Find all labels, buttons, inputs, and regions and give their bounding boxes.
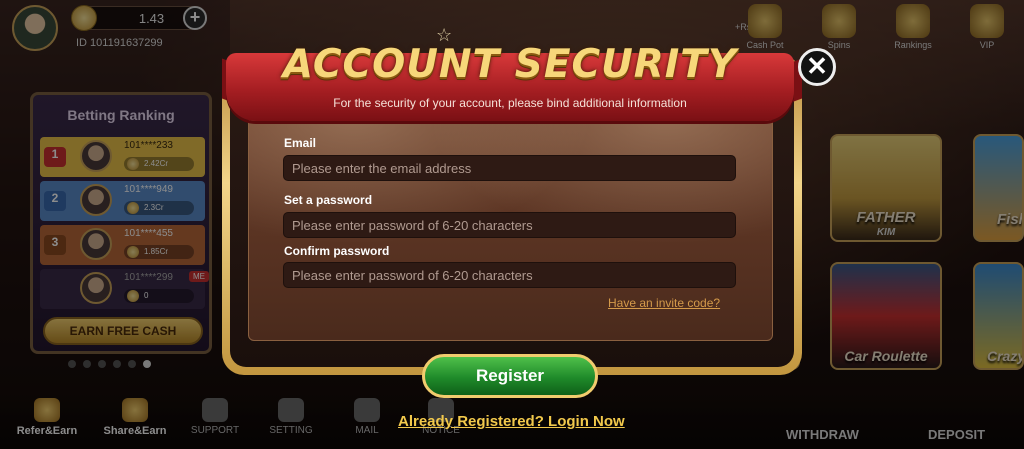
email-label: Email	[284, 136, 317, 150]
confirm-password-field[interactable]	[283, 262, 736, 288]
email-field[interactable]	[283, 155, 736, 181]
password-label: Set a password	[284, 193, 373, 207]
login-link[interactable]: Already Registered? Login Now	[398, 413, 625, 430]
register-button[interactable]: Register	[422, 354, 598, 398]
invite-code-link[interactable]: Have an invite code?	[608, 296, 720, 310]
close-icon[interactable]: ✕	[798, 48, 836, 86]
dialog-title: ACCOUNT SECURITY	[282, 42, 738, 87]
dialog-subtitle: For the security of your account, please…	[333, 96, 687, 110]
password-field[interactable]	[283, 212, 736, 238]
confirm-password-label: Confirm password	[284, 244, 390, 258]
